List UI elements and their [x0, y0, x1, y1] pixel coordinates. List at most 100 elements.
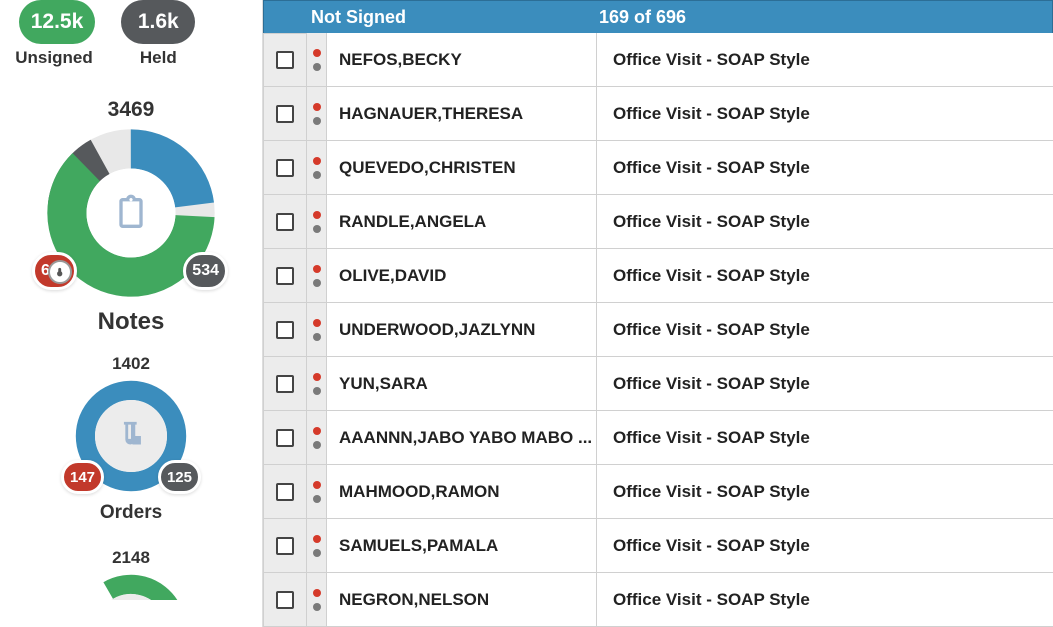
row-name[interactable]: NEGRON,NELSON: [327, 573, 597, 627]
status-dot-red-icon: [313, 589, 321, 597]
row-status-dots: [307, 303, 327, 357]
sidebar: 12.5k Unsigned 1.6k Held 3469: [0, 0, 262, 627]
row-checkbox-cell[interactable]: [263, 465, 307, 519]
badge-red: 147: [61, 460, 104, 494]
pill-label: Unsigned: [15, 48, 92, 68]
row-type: Office Visit - SOAP Style: [597, 195, 1053, 249]
checkbox-icon[interactable]: [276, 537, 294, 555]
checkbox-icon[interactable]: [276, 375, 294, 393]
table-row[interactable]: UNDERWOOD,JAZLYNNOffice Visit - SOAP Sty…: [263, 303, 1053, 357]
status-dot-gray-icon: [313, 225, 321, 233]
row-name[interactable]: NEFOS,BECKY: [327, 33, 597, 87]
row-name[interactable]: RANDLE,ANGELA: [327, 195, 597, 249]
checkbox-icon[interactable]: [276, 51, 294, 69]
row-name[interactable]: SAMUELS,PAMALA: [327, 519, 597, 573]
row-checkbox-cell[interactable]: [263, 573, 307, 627]
row-checkbox-cell[interactable]: [263, 519, 307, 573]
row-type: Office Visit - SOAP Style: [597, 303, 1053, 357]
table-row[interactable]: NEFOS,BECKYOffice Visit - SOAP Style: [263, 33, 1053, 87]
status-dot-red-icon: [313, 49, 321, 57]
row-name[interactable]: HAGNAUER,THERESA: [327, 87, 597, 141]
row-type: Office Visit - SOAP Style: [597, 411, 1053, 465]
status-dot-gray-icon: [313, 171, 321, 179]
checkbox-icon[interactable]: [276, 267, 294, 285]
row-status-dots: [307, 141, 327, 195]
badge-gray: 125: [158, 460, 201, 494]
checkbox-icon[interactable]: [276, 105, 294, 123]
table-row[interactable]: SAMUELS,PAMALAOffice Visit - SOAP Style: [263, 519, 1053, 573]
donut-chart-icon: [71, 570, 191, 600]
row-name[interactable]: OLIVE,DAVID: [327, 249, 597, 303]
donut-notes[interactable]: 3469 696 534: [42, 98, 220, 336]
checkbox-icon[interactable]: [276, 159, 294, 177]
header-title[interactable]: Not Signed: [308, 7, 599, 28]
checkbox-icon[interactable]: [276, 321, 294, 339]
row-checkbox-cell[interactable]: [263, 33, 307, 87]
row-status-dots: [307, 249, 327, 303]
table-row[interactable]: OLIVE,DAVIDOffice Visit - SOAP Style: [263, 249, 1053, 303]
status-dot-gray-icon: [313, 63, 321, 71]
donut-total: 2148: [112, 548, 150, 568]
row-name[interactable]: QUEVEDO,CHRISTEN: [327, 141, 597, 195]
table-row[interactable]: AAANNN,JABO YABO MABO ...Office Visit - …: [263, 411, 1053, 465]
status-dot-red-icon: [313, 427, 321, 435]
status-dot-red-icon: [313, 535, 321, 543]
checkbox-icon[interactable]: [276, 483, 294, 501]
status-dot-gray-icon: [313, 603, 321, 611]
table-row[interactable]: HAGNAUER,THERESAOffice Visit - SOAP Styl…: [263, 87, 1053, 141]
status-dot-red-icon: [313, 157, 321, 165]
table-row[interactable]: NEGRON,NELSONOffice Visit - SOAP Style: [263, 573, 1053, 627]
row-type: Office Visit - SOAP Style: [597, 573, 1053, 627]
row-status-dots: [307, 519, 327, 573]
status-dot-red-icon: [313, 481, 321, 489]
donut-orders[interactable]: 1402 147 125 Orders: [71, 354, 191, 524]
row-status-dots: [307, 573, 327, 627]
pill-label: Held: [140, 48, 177, 68]
row-name[interactable]: YUN,SARA: [327, 357, 597, 411]
header-count: 169 of 696: [599, 7, 1052, 28]
row-checkbox-cell[interactable]: [263, 141, 307, 195]
table-row[interactable]: QUEVEDO,CHRISTENOffice Visit - SOAP Styl…: [263, 141, 1053, 195]
top-pills: 12.5k Unsigned 1.6k Held: [47, 0, 196, 68]
cursor-icon: [48, 260, 72, 284]
row-type: Office Visit - SOAP Style: [597, 33, 1053, 87]
pill-value: 1.6k: [121, 0, 195, 44]
checkbox-icon[interactable]: [276, 429, 294, 447]
status-dot-red-icon: [313, 103, 321, 111]
row-checkbox-cell[interactable]: [263, 411, 307, 465]
row-name[interactable]: AAANNN,JABO YABO MABO ...: [327, 411, 597, 465]
row-name[interactable]: MAHMOOD,RAMON: [327, 465, 597, 519]
status-dot-red-icon: [313, 319, 321, 327]
donut-third[interactable]: 2148: [71, 548, 191, 600]
row-checkbox-cell[interactable]: [263, 87, 307, 141]
donut-total: 1402: [112, 354, 150, 374]
row-checkbox-cell[interactable]: [263, 195, 307, 249]
status-dot-gray-icon: [313, 441, 321, 449]
row-type: Office Visit - SOAP Style: [597, 87, 1053, 141]
row-type: Office Visit - SOAP Style: [597, 465, 1053, 519]
checkbox-icon[interactable]: [276, 591, 294, 609]
status-dot-gray-icon: [313, 117, 321, 125]
row-name[interactable]: UNDERWOOD,JAZLYNN: [327, 303, 597, 357]
row-checkbox-cell[interactable]: [263, 249, 307, 303]
pill-unsigned[interactable]: 12.5k Unsigned: [19, 0, 96, 68]
row-checkbox-cell[interactable]: [263, 357, 307, 411]
row-type: Office Visit - SOAP Style: [597, 519, 1053, 573]
donut-total: 3469: [108, 98, 155, 122]
row-status-dots: [307, 33, 327, 87]
pill-held[interactable]: 1.6k Held: [121, 0, 195, 68]
table-row[interactable]: RANDLE,ANGELAOffice Visit - SOAP Style: [263, 195, 1053, 249]
row-type: Office Visit - SOAP Style: [597, 357, 1053, 411]
table-row[interactable]: YUN,SARAOffice Visit - SOAP Style: [263, 357, 1053, 411]
row-status-dots: [307, 411, 327, 465]
status-dot-gray-icon: [313, 387, 321, 395]
row-checkbox-cell[interactable]: [263, 303, 307, 357]
test-tube-icon: [107, 412, 155, 460]
table-header: Not Signed 169 of 696: [263, 0, 1053, 33]
pill-value: 12.5k: [19, 0, 96, 44]
table-row[interactable]: MAHMOOD,RAMONOffice Visit - SOAP Style: [263, 465, 1053, 519]
badge-gray: 534: [183, 252, 228, 290]
row-status-dots: [307, 357, 327, 411]
row-type: Office Visit - SOAP Style: [597, 249, 1053, 303]
checkbox-icon[interactable]: [276, 213, 294, 231]
